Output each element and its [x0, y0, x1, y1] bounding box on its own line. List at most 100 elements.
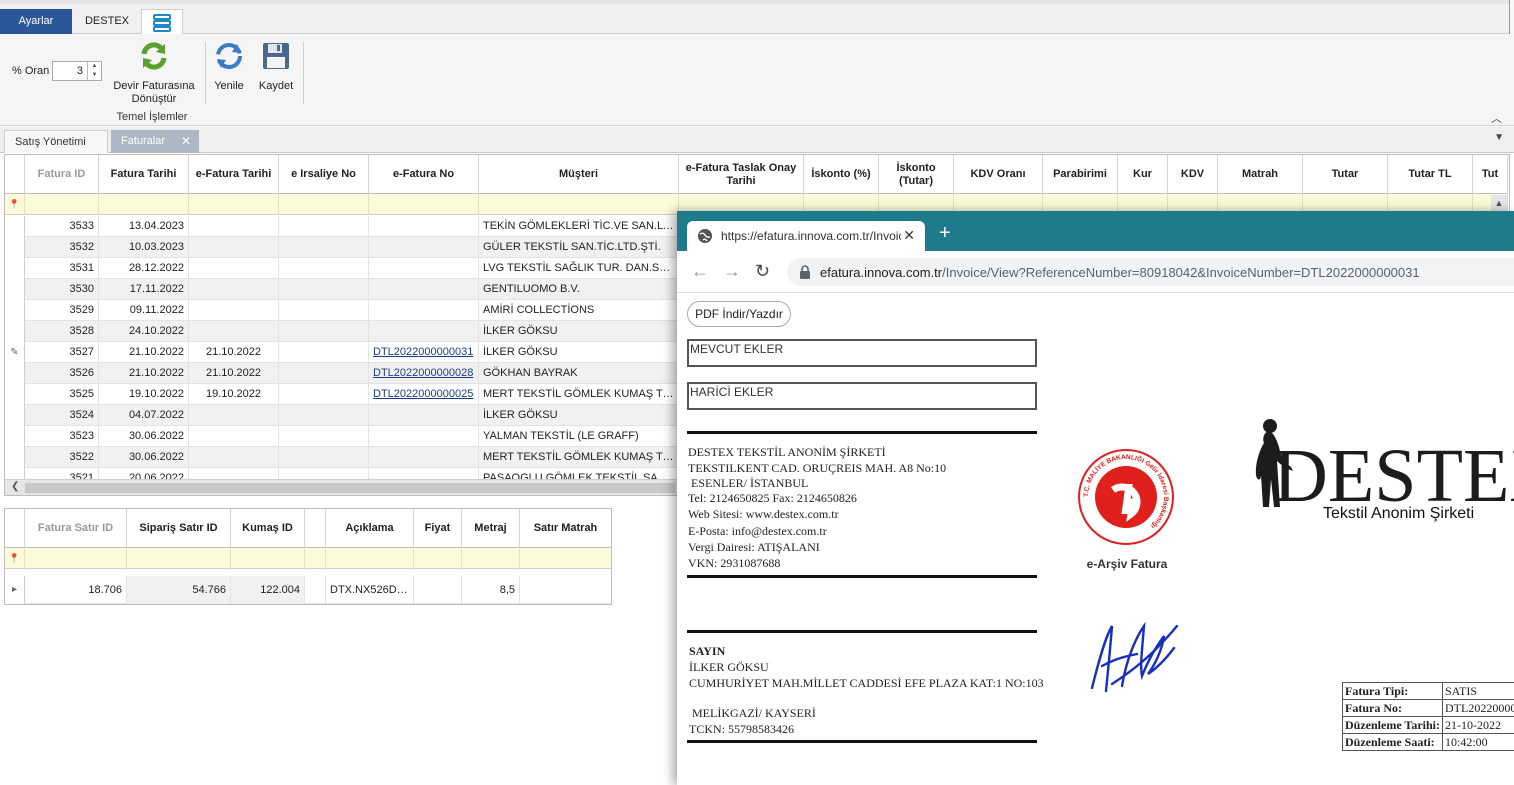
stepper-down-icon[interactable]: ▼ [88, 71, 101, 80]
filter-cell[interactable] [326, 548, 414, 569]
cell-musteri[interactable]: İLKER GÖKSU [479, 321, 679, 342]
column-header[interactable]: e-Fatura No [369, 155, 479, 194]
cell-efatura-no[interactable] [369, 279, 479, 300]
cell-fatura-id[interactable]: 3527 [25, 342, 99, 363]
table-row[interactable]: 3522 30.06.2022 MERT TEKSTİL GÖMLEK KUMAŞ … [5, 447, 679, 468]
column-header[interactable]: Matrah [1218, 155, 1303, 194]
oran-value[interactable]: 3 [53, 65, 83, 77]
row-indicator[interactable] [5, 258, 25, 279]
cell-siparis-id[interactable]: 54.766 [127, 576, 231, 604]
column-header[interactable]: Müşteri [479, 155, 679, 194]
cell-irsaliye-no[interactable] [279, 342, 369, 363]
cell-musteri[interactable]: YALMAN TEKSTİL (LE GRAFF) [479, 426, 679, 447]
tabs-dropdown-icon[interactable]: ▼ [1494, 132, 1504, 143]
cell-efatura-tarihi[interactable]: 19.10.2022 [189, 384, 279, 405]
row-indicator[interactable] [5, 426, 25, 447]
cell-efatura-tarihi[interactable] [189, 300, 279, 321]
filter-cell[interactable] [99, 194, 189, 215]
table-row[interactable]: 3524 04.07.2022 İLKER GÖKSU [5, 405, 679, 426]
filter-cell[interactable] [414, 548, 462, 569]
close-tab-icon[interactable]: ✕ [181, 130, 191, 153]
row-indicator[interactable] [5, 321, 25, 342]
cell-fatura-id[interactable]: 3533 [25, 216, 99, 237]
cell-musteri[interactable]: MERT TEKSTİL GÖMLEK KUMAŞ TOPTAN [479, 447, 679, 468]
row-indicator[interactable] [5, 447, 25, 468]
cell-musteri[interactable]: GÜLER TEKSTİL SAN.TİC.LTD.ŞTİ. [479, 237, 679, 258]
row-indicator[interactable] [5, 405, 25, 426]
filter-cell[interactable] [479, 194, 679, 215]
column-header[interactable]: Sipariş Satır ID [127, 509, 231, 548]
cell-efatura-tarihi[interactable] [189, 279, 279, 300]
cell-musteri[interactable]: İLKER GÖKSU [479, 405, 679, 426]
cell-efatura-no[interactable] [369, 321, 479, 342]
filter-cell[interactable] [305, 548, 326, 569]
cell-irsaliye-no[interactable] [279, 279, 369, 300]
cell-irsaliye-no[interactable] [279, 405, 369, 426]
cell-fatura-tarihi[interactable]: 24.10.2022 [99, 321, 189, 342]
row-indicator[interactable] [5, 384, 25, 405]
filter-cell[interactable] [231, 548, 305, 569]
efatura-link[interactable]: DTL2022000000031 [373, 346, 473, 358]
column-header[interactable]: e Irsaliye No [279, 155, 369, 194]
cell-irsaliye-no[interactable] [279, 426, 369, 447]
row-indicator[interactable] [5, 279, 25, 300]
cell-efatura-no[interactable] [369, 405, 479, 426]
filter-pin-icon[interactable]: 📍 [5, 194, 25, 215]
table-row[interactable]: ✎ 3527 21.10.2022 21.10.2022 DTL202200000003… [5, 342, 679, 363]
table-row[interactable]: ▸ 18.706 54.766 122.004 DTX.NX526D/00 8,5 [5, 576, 611, 604]
column-header[interactable]: Tutar [1303, 155, 1388, 194]
tab-ayarlar[interactable]: Ayarlar [0, 9, 72, 34]
cell-fatura-tarihi[interactable]: 04.07.2022 [99, 405, 189, 426]
cell-efatura-no[interactable] [369, 426, 479, 447]
cell-musteri[interactable]: MERT TEKSTİL GÖMLEK KUMAŞ TOPTAN [479, 384, 679, 405]
cell-musteri[interactable]: İLKER GÖKSU [479, 342, 679, 363]
row-indicator[interactable] [5, 300, 25, 321]
stepper-buttons[interactable]: ▲ ▼ [87, 62, 101, 80]
cell-efatura-tarihi[interactable] [189, 258, 279, 279]
cell-aciklama[interactable]: DTX.NX526D/00 [326, 576, 414, 604]
cell-irsaliye-no[interactable] [279, 384, 369, 405]
url-field[interactable]: efatura.innova.com.tr/Invoice/View?Refer… [787, 258, 1514, 286]
filter-cell[interactable] [189, 194, 279, 215]
cell-fatura-tarihi[interactable]: 17.11.2022 [99, 279, 189, 300]
cell-fatura-id[interactable]: 3524 [25, 405, 99, 426]
column-header[interactable]: Tutar TL [1388, 155, 1473, 194]
row-expand-icon[interactable]: ▸ [5, 576, 25, 604]
cell-fatura-tarihi[interactable]: 30.06.2022 [99, 426, 189, 447]
close-browser-tab-icon[interactable]: ✕ [903, 227, 915, 244]
column-header[interactable]: Satır Matrah [520, 509, 611, 548]
cell-fatura-tarihi[interactable]: 10.03.2023 [99, 237, 189, 258]
table-row[interactable]: 3533 13.04.2023 TEKİN GÖMLEKLERİ TİC.VE SA… [5, 216, 679, 237]
tab-satis-yonetimi[interactable]: Satış Yönetimi [4, 130, 108, 153]
cell-efatura-no[interactable] [369, 447, 479, 468]
filter-cell[interactable] [25, 194, 99, 215]
cell-fatura-tarihi[interactable]: 13.04.2023 [99, 216, 189, 237]
ribbon-collapse-icon[interactable]: ︿ [1491, 110, 1502, 126]
filter-cell[interactable] [462, 548, 520, 569]
cell-irsaliye-no[interactable] [279, 237, 369, 258]
reload-icon[interactable]: ↻ [755, 261, 770, 281]
cell-efatura-tarihi[interactable] [189, 237, 279, 258]
cell-matrah[interactable] [520, 576, 611, 604]
cell-musteri[interactable]: GÖKHAN BAYRAK [479, 363, 679, 384]
cell-fatura-id[interactable]: 3530 [25, 279, 99, 300]
efatura-link[interactable]: DTL2022000000028 [373, 367, 473, 379]
row-indicator[interactable] [5, 216, 25, 237]
cell-fatura-tarihi[interactable]: 19.10.2022 [99, 384, 189, 405]
cell-musteri[interactable]: TEKİN GÖMLEKLERİ TİC.VE SAN.LTD.ŞTİ. [479, 216, 679, 237]
tab-faturalar[interactable]: Faturalar ✕ [111, 130, 199, 153]
cell-efatura-no[interactable]: DTL2022000000031 [369, 342, 479, 363]
cell-fatura-id[interactable]: 3525 [25, 384, 99, 405]
table-row[interactable]: 3528 24.10.2022 İLKER GÖKSU [5, 321, 679, 342]
cell-metraj[interactable]: 8,5 [462, 576, 520, 604]
table-row[interactable]: 3531 28.12.2022 LVG TEKSTİL SAĞLIK TUR. DA… [5, 258, 679, 279]
cell-efatura-tarihi[interactable]: 21.10.2022 [189, 363, 279, 384]
column-header[interactable]: Metraj [462, 509, 520, 548]
column-header[interactable]: Kur [1118, 155, 1168, 194]
column-header[interactable]: Tut [1473, 155, 1508, 194]
row-indicator[interactable] [5, 363, 25, 384]
cell-efatura-tarihi[interactable] [189, 321, 279, 342]
new-tab-icon[interactable]: + [939, 223, 951, 243]
kaydet-button[interactable]: Kaydet [254, 40, 298, 93]
cell-efatura-tarihi[interactable] [189, 426, 279, 447]
